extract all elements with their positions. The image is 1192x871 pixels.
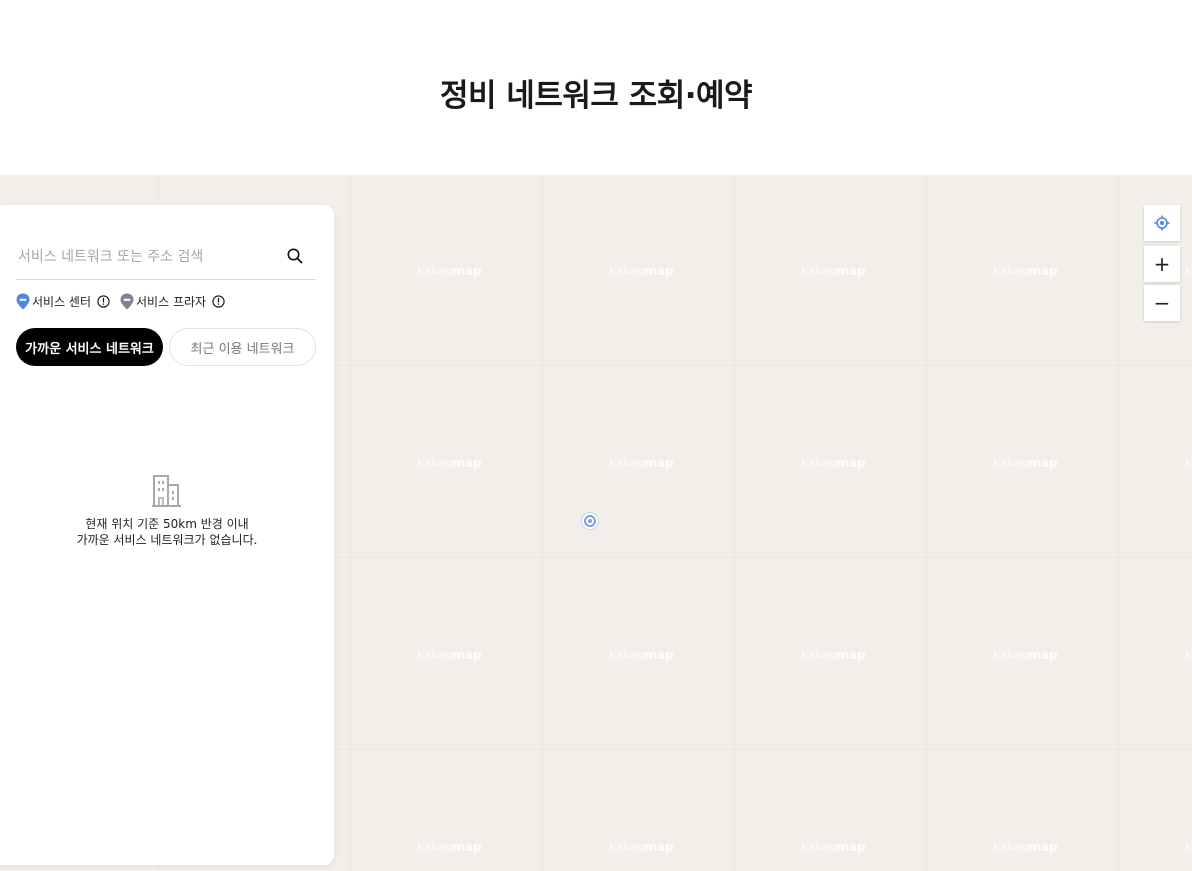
watermark-text-bold: map [644,264,674,278]
legend-label: 서비스 센터 [32,294,92,309]
watermark-text-bold: map [836,648,866,662]
legend-service-plaza: 서비스 프라자 [120,293,225,310]
kakaomap-watermark: kakaomap [1185,264,1192,278]
search-bar [16,241,316,280]
kakaomap-watermark: kakaomap [801,264,866,278]
watermark-text-bold: map [836,456,866,470]
kakaomap-watermark: kakaomap [609,648,674,662]
watermark-text-light: kakao [1185,648,1192,662]
kakaomap-watermark: kakaomap [417,648,482,662]
empty-message-line-2: 가까운 서비스 네트워크가 없습니다. [76,533,258,547]
watermark-text-light: kakao [801,264,837,278]
crosshair-icon [1154,215,1170,231]
zoom-in-button[interactable]: + [1144,246,1180,282]
kakaomap-watermark: kakaomap [609,264,674,278]
watermark-text-light: kakao [993,456,1029,470]
watermark-text-light: kakao [417,648,453,662]
watermark-text-light: kakao [609,648,645,662]
map-pin-icon [120,293,134,309]
kakaomap-watermark: kakaomap [417,840,482,854]
kakaomap-watermark: kakaomap [993,648,1058,662]
watermark-text-bold: map [452,648,482,662]
watermark-text-light: kakao [609,456,645,470]
legend: 서비스 센터 서비스 프라자 [16,292,235,310]
watermark-text-bold: map [644,456,674,470]
map-tile-border [1118,175,1119,871]
watermark-text-light: kakao [801,648,837,662]
search-panel: 서비스 센터 서비스 프라자 [0,205,334,865]
kakaomap-watermark: kakaomap [801,840,866,854]
legend-service-center: 서비스 센터 [16,293,110,310]
map-controls: + − [1144,205,1180,321]
watermark-text-light: kakao [609,264,645,278]
kakaomap-watermark: kakaomap [993,264,1058,278]
watermark-text-bold: map [452,840,482,854]
kakaomap-watermark: kakaomap [801,648,866,662]
kakaomap-watermark: kakaomap [1185,840,1192,854]
watermark-text-bold: map [452,456,482,470]
search-icon[interactable] [286,247,304,265]
map-tile-border [734,175,735,871]
search-input[interactable] [16,245,280,269]
kakaomap-watermark: kakaomap [609,456,674,470]
watermark-text-light: kakao [993,840,1029,854]
kakaomap-watermark: kakaomap [1185,648,1192,662]
watermark-text-light: kakao [1185,840,1192,854]
legend-label: 서비스 프라자 [136,294,207,309]
current-location-marker[interactable] [582,513,598,529]
watermark-text-light: kakao [993,264,1029,278]
kakaomap-watermark: kakaomap [417,456,482,470]
tab-recent-network[interactable]: 최근 이용 네트워크 [169,328,316,366]
watermark-text-light: kakao [801,840,837,854]
kakaomap-watermark: kakaomap [993,840,1058,854]
kakaomap-watermark: kakaomap [801,456,866,470]
kakaomap-watermark: kakaomap [609,840,674,854]
watermark-text-bold: map [644,648,674,662]
watermark-text-light: kakao [417,840,453,854]
building-icon [152,475,181,507]
watermark-text-bold: map [1028,264,1058,278]
tab-nearby-network[interactable]: 가까운 서비스 네트워크 [16,328,163,366]
watermark-text-light: kakao [1185,456,1192,470]
watermark-text-bold: map [452,264,482,278]
locate-me-button[interactable] [1144,205,1180,241]
info-icon[interactable] [212,294,225,308]
kakaomap-watermark: kakaomap [1185,456,1192,470]
page-title: 정비 네트워크 조회·예약 [439,78,753,114]
watermark-text-bold: map [1028,456,1058,470]
empty-message-line-1: 현재 위치 기준 50km 반경 이내 [85,517,249,531]
map-tile-border [926,175,927,871]
watermark-text-light: kakao [993,648,1029,662]
watermark-text-bold: map [836,840,866,854]
kakaomap-watermark: kakaomap [417,264,482,278]
map-tile-border [542,175,543,871]
watermark-text-light: kakao [417,456,453,470]
zoom-out-button[interactable]: − [1144,285,1180,321]
watermark-text-light: kakao [1185,264,1192,278]
watermark-text-bold: map [644,840,674,854]
map-tile-border [350,175,351,871]
empty-state: 현재 위치 기준 50km 반경 이내 가까운 서비스 네트워크가 없습니다. [0,473,334,548]
watermark-text-bold: map [836,264,866,278]
kakaomap-watermark: kakaomap [993,456,1058,470]
info-icon[interactable] [97,294,110,308]
page: 정비 네트워크 조회·예약 kakaomap kakaomap kakaomap ka… [0,0,1192,871]
watermark-text-bold: map [1028,648,1058,662]
network-tabs: 가까운 서비스 네트워크 최근 이용 네트워크 [16,328,316,366]
watermark-text-light: kakao [609,840,645,854]
watermark-text-light: kakao [417,264,453,278]
map-pin-icon [16,293,30,309]
watermark-text-bold: map [1028,840,1058,854]
watermark-text-light: kakao [801,456,837,470]
